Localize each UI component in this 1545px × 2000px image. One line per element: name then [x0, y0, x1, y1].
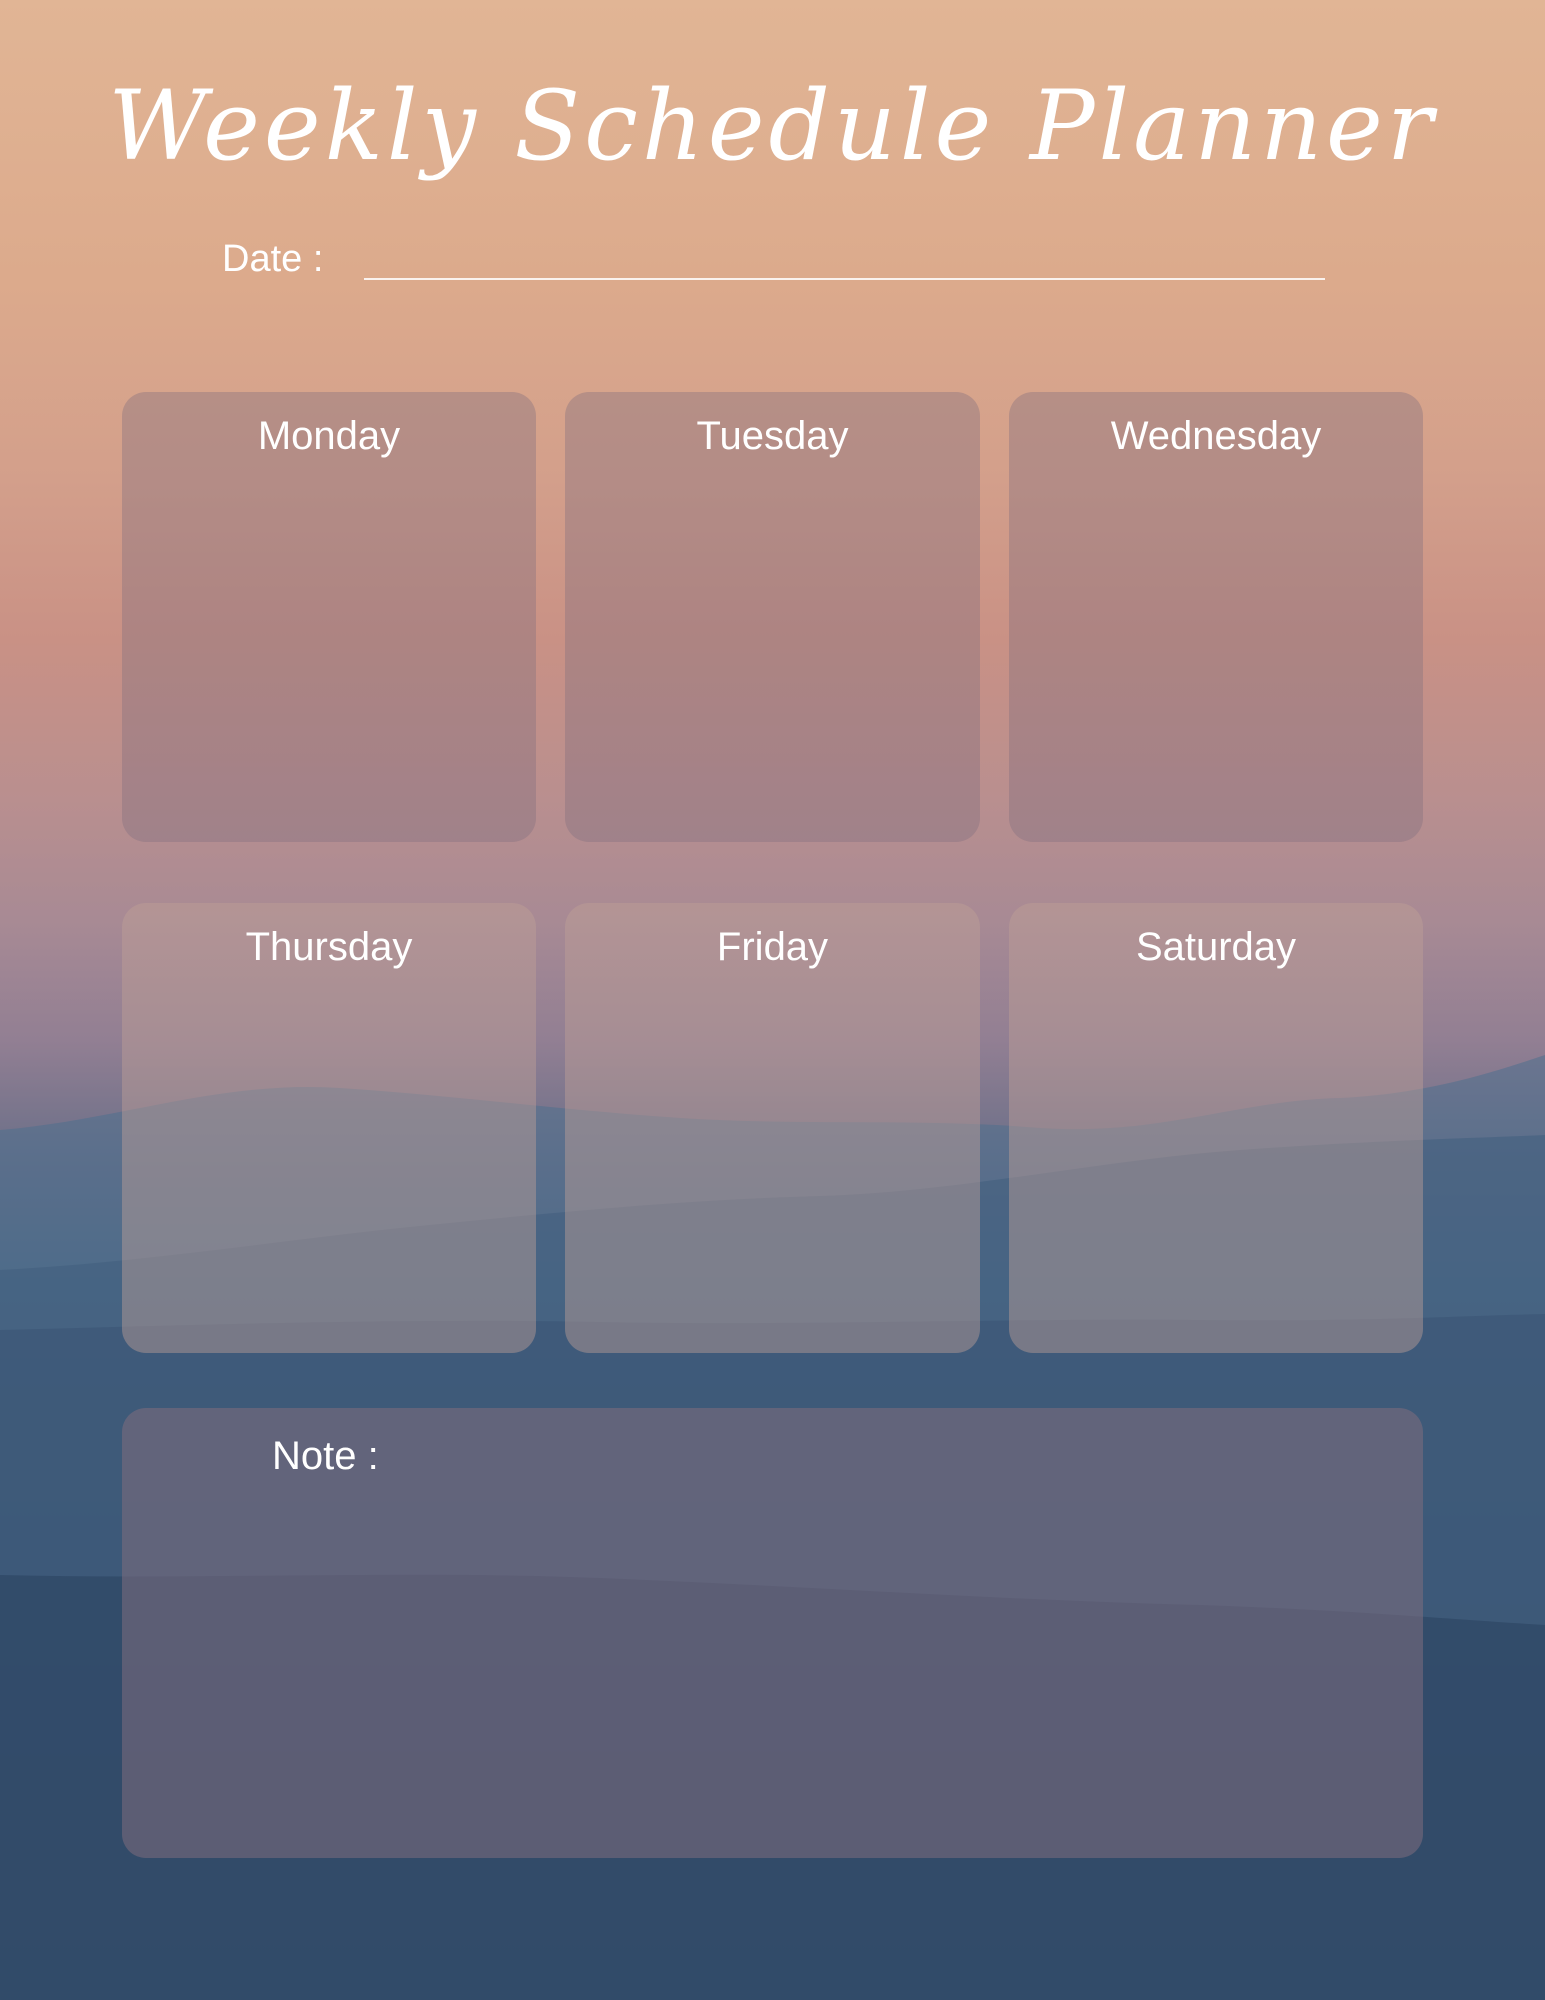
day-title-tuesday: Tuesday [696, 414, 849, 458]
day-card-friday: Friday [565, 903, 980, 1353]
date-field: Date : [222, 232, 1325, 282]
day-card-thursday: Thursday [122, 903, 536, 1353]
day-title-friday: Friday [716, 925, 829, 969]
day-card-tuesday: Tuesday [565, 392, 980, 842]
day-card-saturday: Saturday [1009, 903, 1423, 1353]
day-card-wednesday: Wednesday [1009, 392, 1423, 842]
day-title-saturday: Saturday [1135, 925, 1297, 969]
date-line [364, 278, 1325, 280]
day-title-monday: Monday [257, 414, 401, 458]
page-title: Weekly Schedule Planner [108, 70, 1437, 182]
note-card: Note : [122, 1408, 1423, 1858]
day-card-monday: Monday [122, 392, 536, 842]
date-label: Date : [222, 238, 324, 280]
day-title-thursday: Thursday [245, 925, 413, 969]
day-title-wednesday: Wednesday [1110, 414, 1322, 458]
note-label: Note : [272, 1434, 379, 1478]
